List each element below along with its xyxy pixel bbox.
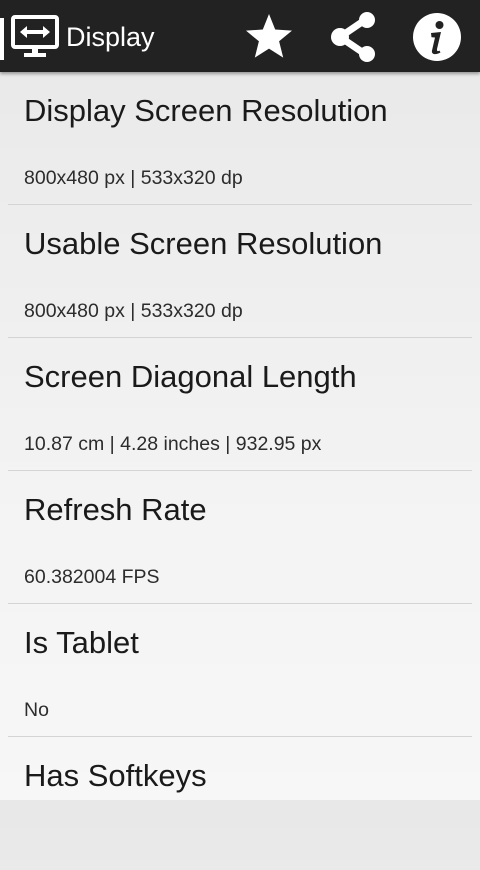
display-info-list: Display Screen Resolution 800x480 px | 5… [0,72,480,870]
item-title: Is Tablet [24,625,139,660]
item-value: 800x480 px | 533x320 dp [24,167,243,189]
share-button[interactable] [327,10,381,64]
info-icon [413,13,461,61]
list-item[interactable]: Display Screen Resolution 800x480 px | 5… [0,72,480,205]
item-value: 800x480 px | 533x320 dp [24,300,243,322]
list-item[interactable]: Screen Diagonal Length 10.87 cm | 4.28 i… [0,338,480,471]
info-button[interactable] [410,10,464,64]
item-title: Display Screen Resolution [24,93,388,128]
item-value: 60.382004 FPS [24,566,160,588]
back-edge-indicator[interactable] [0,18,4,60]
list-item[interactable]: Is Tablet No [0,604,480,737]
item-value: No [24,699,49,721]
list-item[interactable]: Has Softkeys [0,737,480,870]
display-icon[interactable] [10,14,62,60]
favorite-button[interactable] [242,10,296,64]
item-title: Has Softkeys [24,758,207,793]
app-title: Display [66,22,155,52]
list-item[interactable]: Refresh Rate 60.382004 FPS [0,471,480,604]
action-bar: Display [0,0,480,72]
list-item[interactable]: Usable Screen Resolution 800x480 px | 53… [0,205,480,338]
star-icon [246,14,292,58]
item-title: Usable Screen Resolution [24,226,383,261]
item-title: Screen Diagonal Length [24,359,357,394]
item-value: 10.87 cm | 4.28 inches | 932.95 px [24,433,322,455]
item-title: Refresh Rate [24,492,207,527]
share-icon [331,12,375,62]
